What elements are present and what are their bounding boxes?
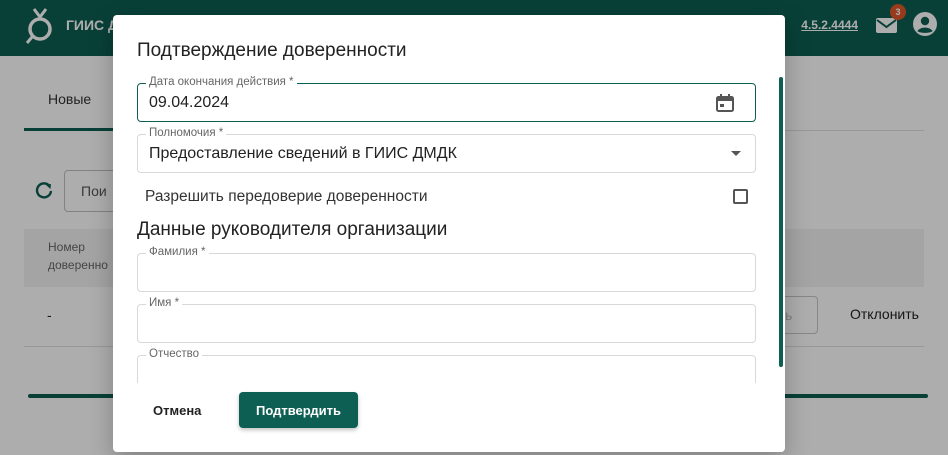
calendar-icon[interactable]: [715, 93, 735, 113]
confirm-button[interactable]: Подтвердить: [239, 392, 358, 428]
middle-name-label: Отчество: [146, 348, 202, 360]
first-name-label: Имя *: [146, 297, 183, 309]
allow-redelegation-checkbox[interactable]: [733, 189, 748, 204]
last-name-label: Фамилия *: [146, 246, 209, 258]
allow-redelegation-label: Разрешить передоверие доверенности: [145, 188, 428, 205]
middle-name-input[interactable]: [149, 366, 709, 383]
dialog-title: Подтверждение доверенности: [137, 40, 407, 61]
last-name-input[interactable]: [149, 264, 709, 282]
first-name-field[interactable]: Имя *: [137, 297, 756, 343]
end-date-field[interactable]: Дата окончания действия * 09.04.2024: [137, 76, 756, 122]
confirm-power-of-attorney-dialog: Подтверждение доверенности Дата окончани…: [113, 15, 785, 452]
middle-name-field[interactable]: Отчество: [137, 348, 756, 383]
dialog-content: Дата окончания действия * 09.04.2024 Пол…: [113, 75, 785, 383]
powers-select[interactable]: Полномочия * Предоставление сведений в Г…: [137, 127, 756, 173]
first-name-input[interactable]: [149, 315, 709, 333]
cancel-button[interactable]: Отмена: [139, 393, 215, 427]
powers-label: Полномочия *: [146, 127, 227, 139]
end-date-label: Дата окончания действия *: [146, 76, 297, 88]
arrow-drop-down-icon[interactable]: [731, 151, 741, 156]
dialog-scrollbar[interactable]: [779, 77, 783, 367]
end-date-value: 09.04.2024: [149, 94, 230, 111]
section-title-manager: Данные руководителя организации: [137, 219, 448, 240]
last-name-field[interactable]: Фамилия *: [137, 246, 756, 292]
powers-value: Предоставление сведений в ГИИС ДМДК: [149, 145, 457, 162]
